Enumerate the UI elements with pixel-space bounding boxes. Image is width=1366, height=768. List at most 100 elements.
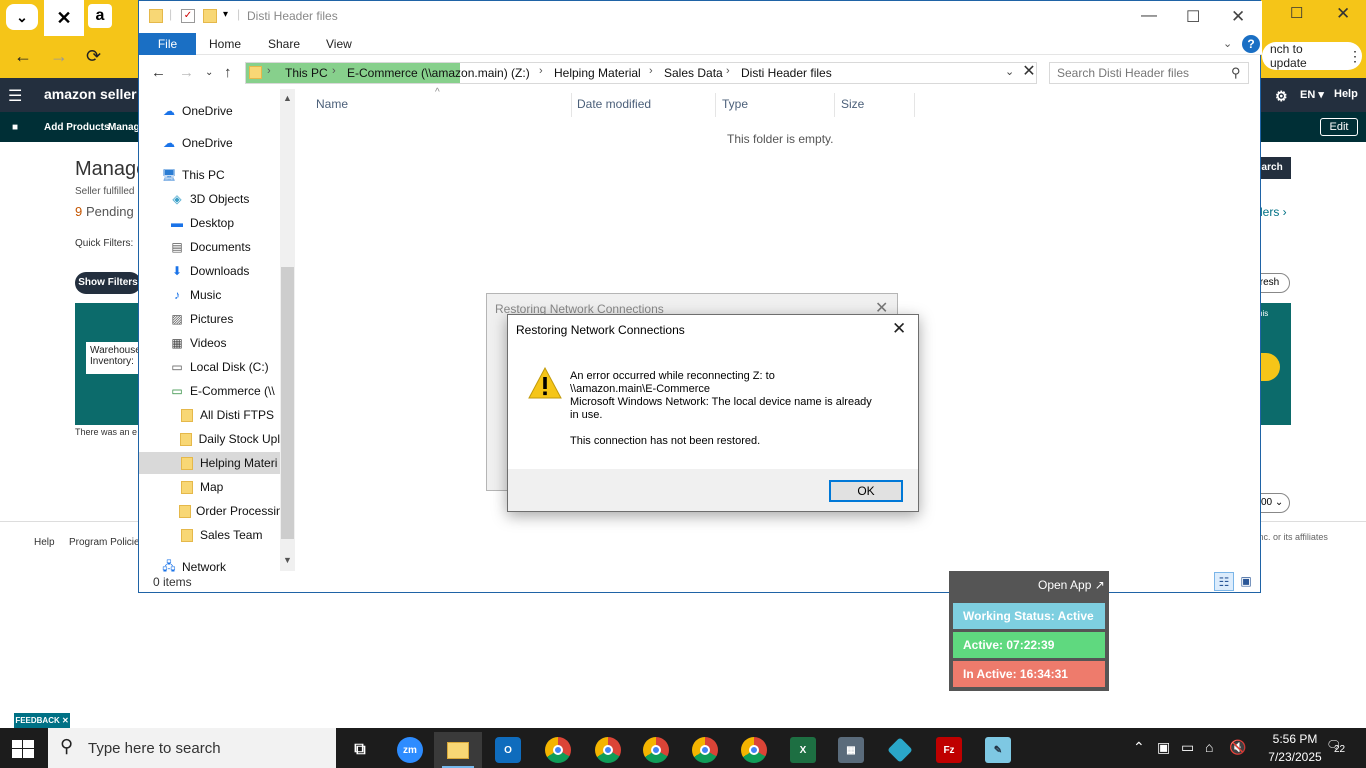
chrome-profile-icon[interactable] xyxy=(730,732,778,768)
nav-item[interactable]: Sales Team xyxy=(179,524,280,546)
nav-item[interactable]: ⬇ Downloads xyxy=(169,260,280,282)
address-dropdown-icon[interactable]: ⌄ xyxy=(1005,65,1014,78)
windows-start-icon[interactable] xyxy=(12,740,34,758)
add-products-link[interactable]: Add Products xyxy=(44,122,110,133)
chrome-profile-icon[interactable] xyxy=(632,732,680,768)
more-menu-icon[interactable]: ⋮ xyxy=(1348,48,1362,65)
notepad-app-icon[interactable]: ✎ xyxy=(974,732,1022,768)
large-icons-view-icon[interactable]: ▣ xyxy=(1236,572,1256,591)
browser-tab-close[interactable]: ✕ xyxy=(44,0,84,36)
file-explorer-app-icon[interactable] xyxy=(434,732,482,768)
edit-button[interactable]: Edit xyxy=(1320,118,1358,136)
amazon-help-link[interactable]: Help xyxy=(1334,88,1358,100)
app-icon[interactable] xyxy=(876,732,924,768)
browser-close-icon[interactable]: ✕ xyxy=(1336,4,1350,24)
column-divider[interactable] xyxy=(715,93,716,117)
volume-muted-icon[interactable]: 🔇 xyxy=(1229,739,1246,756)
nav-item[interactable]: ☁ OneDrive xyxy=(161,132,280,154)
column-size[interactable]: Size xyxy=(841,97,864,117)
ribbon-tab-file[interactable]: File xyxy=(139,33,196,55)
browser-forward-button[interactable]: → xyxy=(50,46,68,67)
details-view-icon[interactable]: ☷ xyxy=(1214,572,1234,591)
maximize-icon[interactable]: ☐ xyxy=(1186,7,1200,27)
scroll-up-icon[interactable]: ▲ xyxy=(283,93,292,103)
feedback-button[interactable]: FEEDBACK ✕ xyxy=(14,713,70,728)
nav-item[interactable]: ▭ E-Commerce (\\ xyxy=(169,380,280,402)
column-date-modified[interactable]: Date modified xyxy=(577,97,651,117)
pending-count[interactable]: 9 xyxy=(75,204,82,219)
nav-scrollbar-thumb[interactable] xyxy=(281,267,294,539)
zoom-app-icon[interactable]: zm xyxy=(386,732,434,768)
breadcrumb-drive[interactable]: E-Commerce (\\amazon.main) (Z:) xyxy=(347,66,530,80)
close-icon[interactable]: ✕ xyxy=(1231,7,1245,27)
expand-ribbon-icon[interactable]: ⌄ xyxy=(1223,37,1232,50)
footer-help-link[interactable]: Help xyxy=(34,537,55,548)
ribbon-tab-view[interactable]: View xyxy=(326,37,352,51)
nav-item[interactable]: ◈ 3D Objects xyxy=(169,188,280,210)
column-divider[interactable] xyxy=(834,93,835,117)
browser-reload-button[interactable]: ⟳ xyxy=(86,46,101,67)
column-divider[interactable] xyxy=(914,93,915,117)
battery-icon[interactable]: ▭ xyxy=(1181,739,1194,756)
amazon-search-button[interactable]: earch xyxy=(1256,157,1291,179)
column-name[interactable]: Name xyxy=(316,97,348,117)
nav-item[interactable]: ♪ Music xyxy=(169,284,280,306)
nav-item[interactable]: Map xyxy=(179,476,280,498)
language-selector[interactable]: EN ▾ xyxy=(1300,88,1324,101)
notification-center[interactable]: 🗨 22 xyxy=(1326,738,1345,755)
pending-label[interactable]: Pending xyxy=(86,204,134,219)
breadcrumb-separator[interactable]: › xyxy=(539,65,543,77)
up-arrow-icon[interactable]: ↑ xyxy=(224,64,232,81)
excel-app-icon[interactable]: X xyxy=(779,732,827,768)
chrome-profile-icon[interactable] xyxy=(681,732,729,768)
breadcrumb-sales-data[interactable]: Sales Data xyxy=(664,66,723,80)
breadcrumb-current[interactable]: Disti Header files xyxy=(741,66,832,80)
clock-time[interactable]: 5:56 PM xyxy=(1262,732,1328,746)
task-view-icon[interactable]: ⧉ xyxy=(336,732,384,768)
column-divider[interactable] xyxy=(571,93,572,117)
open-app-link[interactable]: Open App ↗ xyxy=(1038,578,1105,592)
chrome-profile-icon[interactable] xyxy=(584,732,632,768)
bookmark-icon[interactable]: ■ xyxy=(12,122,18,133)
nav-item[interactable]: 🖥 This PC xyxy=(161,164,280,186)
show-hidden-icons-icon[interactable]: ⌃ xyxy=(1133,739,1145,756)
taskbar-search-input[interactable]: Type here to search xyxy=(48,728,336,768)
ok-button[interactable]: OK xyxy=(829,480,903,502)
tray-app-icon[interactable]: ▣ xyxy=(1157,739,1170,756)
hamburger-menu-icon[interactable]: ☰ xyxy=(8,86,22,106)
browser-back-button[interactable]: ← xyxy=(14,46,32,67)
filezilla-app-icon[interactable]: Fz xyxy=(925,732,973,768)
outlook-app-icon[interactable]: O xyxy=(484,732,532,768)
clock-date[interactable]: 7/23/2025 xyxy=(1262,750,1328,764)
settings-gear-icon[interactable]: ⚙ xyxy=(1275,88,1288,105)
nav-item[interactable]: Daily Stock Upl xyxy=(179,428,280,450)
nav-item[interactable]: ▤ Documents xyxy=(169,236,280,258)
show-filters-button[interactable]: Show Filters xyxy=(75,272,141,294)
chrome-app-icon[interactable] xyxy=(534,732,582,768)
refresh-button[interactable]: fresh xyxy=(1256,273,1290,293)
column-type[interactable]: Type xyxy=(722,97,748,117)
forward-arrow-icon[interactable]: → xyxy=(179,64,194,81)
address-clear-icon[interactable]: ✕ xyxy=(1021,62,1037,84)
nav-item[interactable]: ▭ Local Disk (C:) xyxy=(169,356,280,378)
breadcrumb-separator[interactable]: › xyxy=(726,65,730,77)
recent-locations-icon[interactable]: ⌄ xyxy=(205,67,213,78)
search-input[interactable]: Search Disti Header files xyxy=(1049,62,1249,84)
ribbon-tab-home[interactable]: Home xyxy=(209,37,241,51)
calculator-app-icon[interactable]: ▦ xyxy=(827,732,875,768)
manage-link[interactable]: Manag xyxy=(108,122,140,133)
breadcrumb-separator[interactable]: › xyxy=(332,65,336,77)
nav-item[interactable]: ▦ Videos xyxy=(169,332,280,354)
breadcrumb-separator[interactable]: › xyxy=(267,65,271,77)
close-icon[interactable]: ✕ xyxy=(892,319,906,339)
new-folder-icon[interactable] xyxy=(203,9,217,23)
page-size-select[interactable]: 00 ⌄ xyxy=(1256,493,1290,513)
breadcrumb-separator[interactable]: › xyxy=(649,65,653,77)
minimize-icon[interactable]: — xyxy=(1141,7,1157,25)
amazon-tab-icon[interactable]: a xyxy=(88,4,112,28)
back-arrow-icon[interactable]: ← xyxy=(151,64,166,81)
browser-maximize-icon[interactable]: ☐ xyxy=(1290,4,1303,22)
nav-item[interactable]: 🖧 Network xyxy=(161,556,280,578)
quick-access-dropdown-icon[interactable]: ▾ xyxy=(223,9,228,20)
nav-item[interactable]: ☁ OneDrive xyxy=(161,100,280,122)
